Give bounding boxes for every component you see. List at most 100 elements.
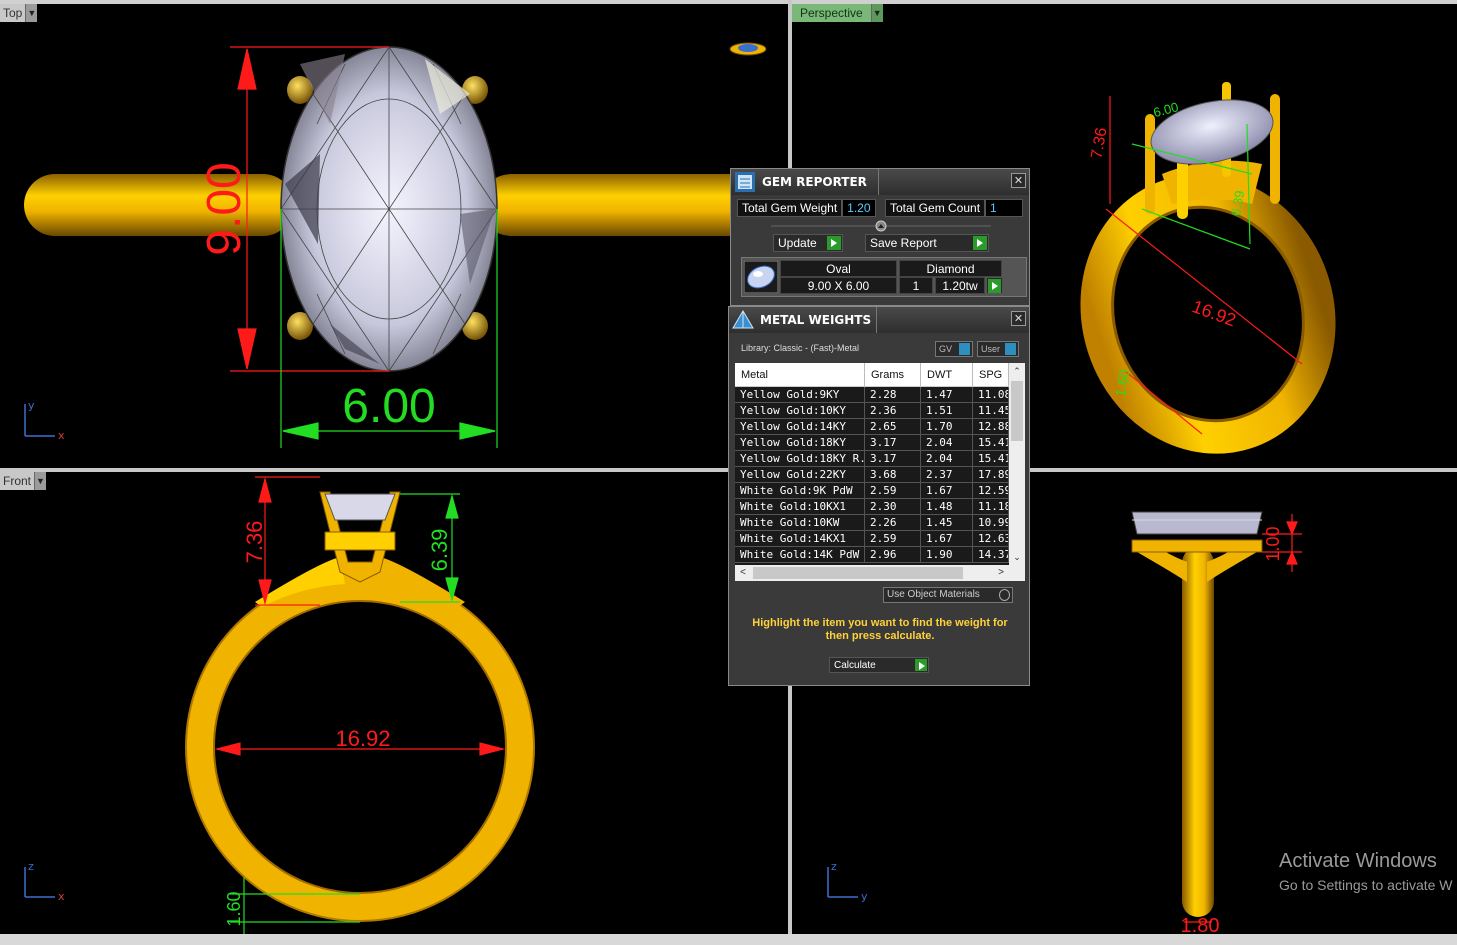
table-row[interactable]: Yellow Gold:10KY 2.36 1.51 11.45: [735, 403, 1009, 419]
column-header-grams[interactable]: Grams: [865, 363, 921, 386]
scroll-down-icon[interactable]: ⌄: [1009, 549, 1025, 565]
gem-report-icon: [735, 172, 755, 192]
column-header-metal[interactable]: Metal: [735, 363, 865, 386]
table-row[interactable]: White Gold:14KX1 2.59 1.67 12.63: [735, 531, 1009, 547]
gem-view-icon: [729, 42, 767, 56]
chevron-down-icon[interactable]: ▼: [870, 4, 883, 22]
table-cell: White Gold:10KW: [735, 515, 865, 530]
table-cell: 1.70: [921, 419, 973, 434]
table-row[interactable]: Yellow Gold:9KY 2.28 1.47 11.08: [735, 387, 1009, 403]
table-header: Metal Grams DWT SPG: [735, 363, 1009, 387]
play-icon: [915, 659, 927, 671]
table-cell: 12.63: [973, 531, 1009, 546]
table-cell: 2.59: [865, 483, 921, 498]
metal-weights-title: METAL WEIGHTS: [760, 313, 872, 327]
table-cell: Yellow Gold:22KY: [735, 467, 865, 482]
calculate-button[interactable]: Calculate: [829, 657, 929, 673]
bottom-strip: [0, 934, 1457, 945]
chevron-down-icon[interactable]: ▼: [34, 472, 47, 490]
scroll-up-icon[interactable]: ⌃: [1009, 363, 1025, 379]
rhino-workspace: 9.00 6.00 y x Top ▼ 7.36 16.92 1.60 6.00…: [0, 0, 1457, 945]
table-cell: White Gold:9K PdW: [735, 483, 865, 498]
table-cell: 1.90: [921, 547, 973, 562]
oval-gem-icon: [744, 261, 778, 293]
gem-type: Diamond: [899, 260, 1002, 277]
table-cell: Yellow Gold:10KY: [735, 403, 865, 418]
table-cell: 2.28: [865, 387, 921, 402]
save-report-button[interactable]: Save Report: [865, 234, 989, 252]
table-cell: 2.26: [865, 515, 921, 530]
table-cell: 2.59: [865, 531, 921, 546]
table-row[interactable]: Yellow Gold:14KY 2.65 1.70 12.88: [735, 419, 1009, 435]
svg-text:z: z: [28, 860, 34, 873]
play-icon: [827, 236, 841, 250]
top-scene: 9.00 6.00 y x: [24, 42, 788, 448]
table-row[interactable]: Yellow Gold:22KY 3.68 2.37 17.89: [735, 467, 1009, 483]
use-object-materials-toggle[interactable]: Use Object Materials: [883, 587, 1013, 603]
viewport-front[interactable]: 7.36 6.39 16.92 1.60 z x Front ▼: [0, 472, 788, 934]
svg-text:y: y: [861, 890, 868, 903]
table-cell: 15.41: [973, 451, 1009, 466]
table-cell: 11.18: [973, 499, 1009, 514]
viewport-label-perspective[interactable]: Perspective ▼: [792, 4, 883, 22]
viewport-label-top[interactable]: Top ▼: [0, 4, 38, 22]
svg-text:x: x: [58, 429, 65, 442]
table-cell: Yellow Gold:9KY: [735, 387, 865, 402]
play-icon: [988, 278, 1001, 293]
table-cell: 11.08: [973, 387, 1009, 402]
viewport-label-front[interactable]: Front ▼: [0, 472, 47, 490]
chevron-down-icon[interactable]: ▼: [25, 4, 38, 22]
gem-side: [1131, 511, 1263, 535]
metal-pyramid-icon: [732, 310, 754, 329]
table-cell: Yellow Gold:18KY R...: [735, 451, 865, 466]
table-cell: 1.51: [921, 403, 973, 418]
svg-text:1.00: 1.00: [1263, 526, 1283, 561]
gem-reporter-titlebar[interactable]: GEM REPORTER ✕: [731, 169, 1029, 195]
shank-left: [24, 174, 294, 236]
close-icon[interactable]: ✕: [1011, 311, 1026, 326]
table-cell: White Gold:10KX1: [735, 499, 865, 514]
gem-shape: Oval: [780, 260, 897, 277]
table-row[interactable]: Yellow Gold:18KY 3.17 2.04 15.41: [735, 435, 1009, 451]
update-button[interactable]: Update: [773, 234, 843, 252]
vertical-scrollbar[interactable]: ⌃ ⌄: [1009, 363, 1025, 565]
table-cell: 2.96: [865, 547, 921, 562]
table-cell: 1.47: [921, 387, 973, 402]
table-cell: Yellow Gold:18KY: [735, 435, 865, 450]
table-row[interactable]: Yellow Gold:18KY R...3.172.0415.41: [735, 451, 1009, 467]
collapse-divider[interactable]: [771, 219, 991, 233]
table-row[interactable]: White Gold:9K PdW 2.59 1.67 12.59: [735, 483, 1009, 499]
total-weight-value: 1.20: [842, 199, 877, 217]
table-row[interactable]: White Gold:10KW 2.26 1.45 10.99: [735, 515, 1009, 531]
close-icon[interactable]: ✕: [1011, 173, 1026, 188]
metal-weights-panel: METAL WEIGHTS ✕ Library: Classic - (Fast…: [728, 306, 1030, 686]
scroll-left-icon[interactable]: <: [735, 565, 751, 581]
column-header-spg[interactable]: SPG: [973, 363, 1009, 386]
table-row[interactable]: White Gold:14K PdW 2.96 1.90 14.37: [735, 547, 1009, 563]
gem-detail-button[interactable]: [986, 277, 1003, 294]
column-header-dwt[interactable]: DWT: [921, 363, 973, 386]
gem-size: 9.00 X 6.00: [780, 277, 897, 294]
table-cell: 12.88: [973, 419, 1009, 434]
radio-icon: [999, 589, 1010, 601]
table-cell: 15.41: [973, 435, 1009, 450]
svg-text:y: y: [28, 399, 35, 412]
svg-text:7.36: 7.36: [242, 521, 267, 564]
horizontal-scrollbar[interactable]: < >: [735, 565, 1025, 581]
table-cell: 3.17: [865, 435, 921, 450]
library-label: Library: Classic - (Fast)-Metal: [741, 343, 860, 353]
play-icon: [973, 236, 987, 250]
table-row[interactable]: White Gold:10KX1 2.30 1.48 11.18: [735, 499, 1009, 515]
table-cell: 2.04: [921, 451, 973, 466]
metal-weights-titlebar[interactable]: METAL WEIGHTS ✕: [729, 307, 1029, 333]
svg-text:16.92: 16.92: [1189, 296, 1238, 330]
total-count-value: 1: [985, 199, 1024, 217]
scroll-right-icon[interactable]: >: [993, 565, 1009, 581]
viewport-top[interactable]: 9.00 6.00 y x Top ▼: [0, 4, 788, 468]
prong: [1145, 114, 1155, 214]
metal-weights-table: Metal Grams DWT SPG Yellow Gold:9KY 2.28 1…: [735, 363, 1025, 581]
gv-toggle[interactable]: GV: [935, 341, 973, 357]
table-cell: 10.99: [973, 515, 1009, 530]
table-cell: 17.89: [973, 467, 1009, 482]
user-toggle[interactable]: User: [977, 341, 1019, 357]
